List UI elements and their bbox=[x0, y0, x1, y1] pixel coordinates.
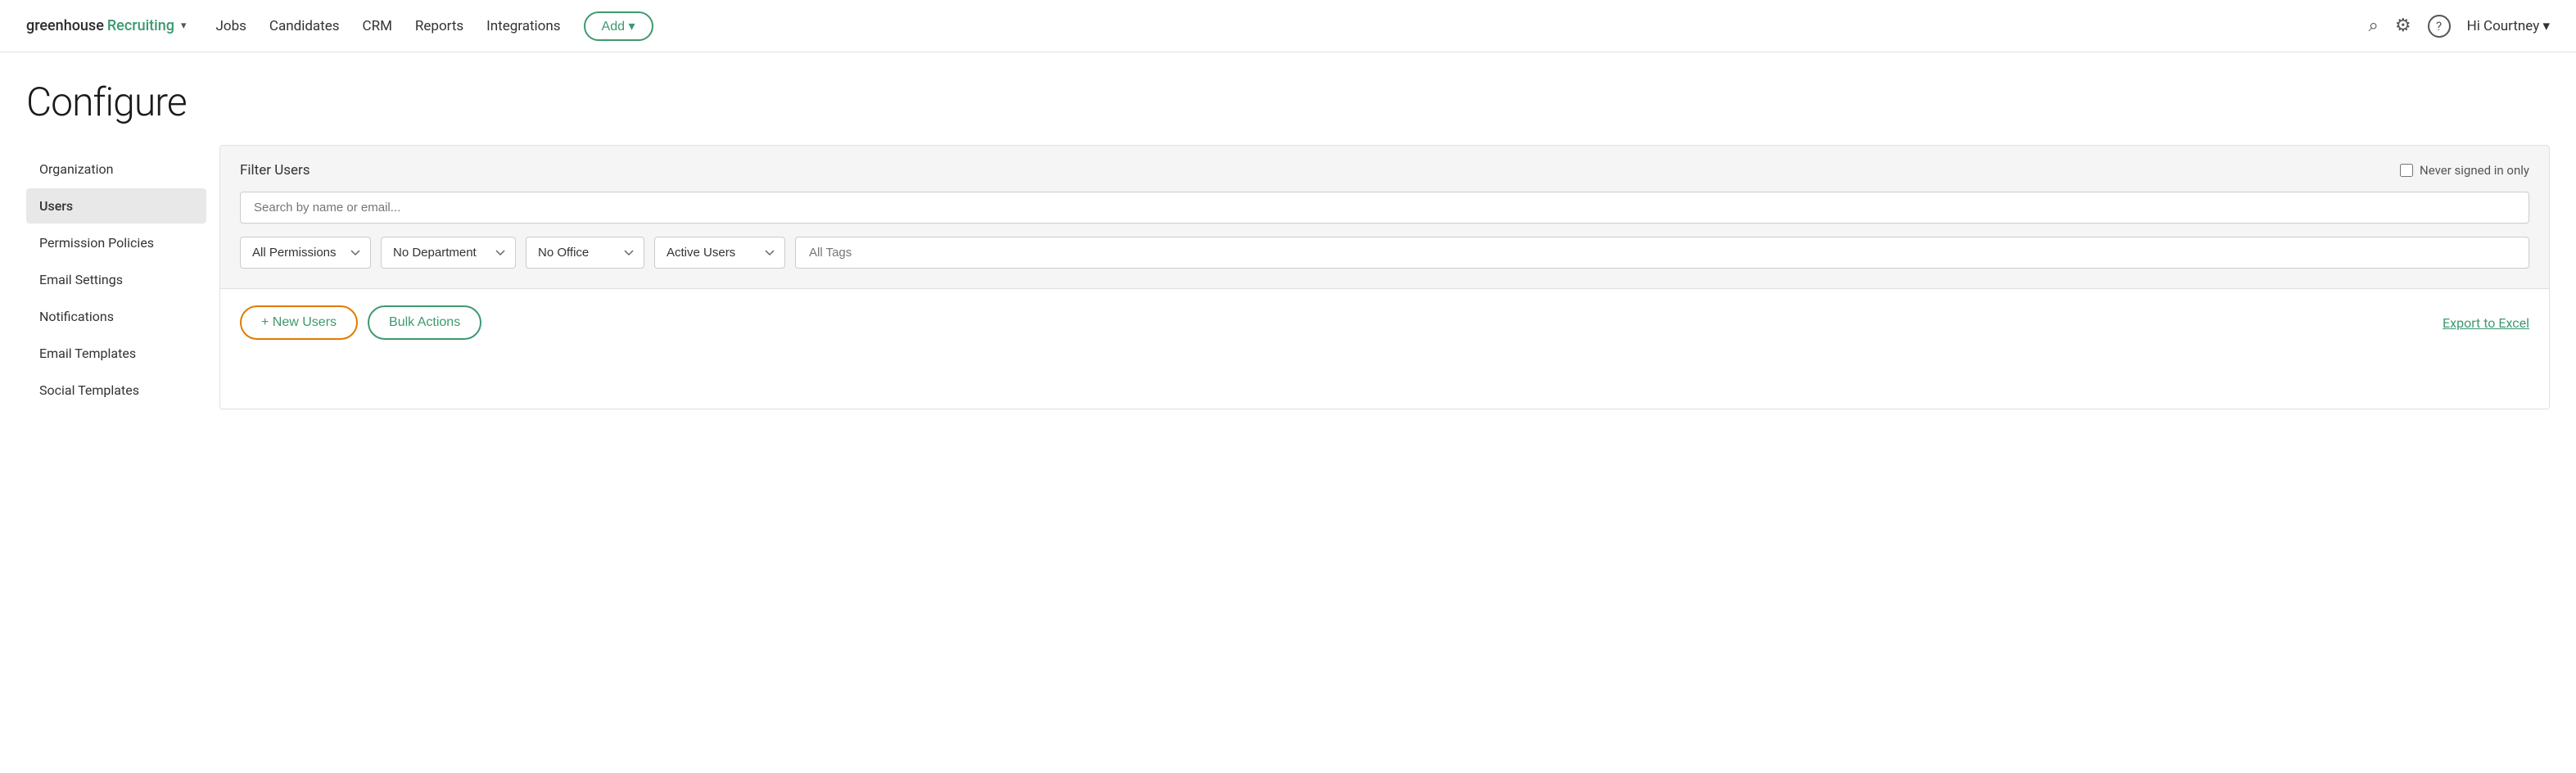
permissions-select[interactable]: All Permissions bbox=[240, 237, 371, 269]
nav-integrations[interactable]: Integrations bbox=[486, 18, 560, 34]
never-signed-label[interactable]: Never signed in only bbox=[2400, 163, 2529, 178]
nav-right: ⌕ ⚙ ? Hi Courtney ▾ bbox=[2369, 15, 2551, 38]
never-signed-checkbox[interactable] bbox=[2400, 164, 2413, 177]
content-area: Filter Users Never signed in only All Pe… bbox=[219, 145, 2550, 409]
brand-logo[interactable]: greenhouse Recruiting ▾ bbox=[26, 17, 187, 34]
nav-reports[interactable]: Reports bbox=[415, 18, 463, 34]
page-title-area: Configure bbox=[0, 52, 2576, 145]
sidebar: Organization Users Permission Policies E… bbox=[26, 145, 206, 409]
main-layout: Organization Users Permission Policies E… bbox=[0, 145, 2576, 409]
brand-chevron-icon: ▾ bbox=[181, 20, 187, 32]
search-input[interactable] bbox=[240, 192, 2529, 224]
sidebar-item-email-templates[interactable]: Email Templates bbox=[26, 336, 206, 371]
sidebar-item-permission-policies[interactable]: Permission Policies bbox=[26, 225, 206, 260]
search-input-wrap bbox=[240, 192, 2529, 224]
nav-links: Jobs Candidates CRM Reports Integrations… bbox=[216, 11, 2369, 41]
search-icon[interactable]: ⌕ bbox=[2369, 16, 2379, 36]
filter-title: Filter Users bbox=[240, 162, 310, 179]
sidebar-item-organization[interactable]: Organization bbox=[26, 151, 206, 187]
nav-crm[interactable]: CRM bbox=[363, 18, 392, 34]
help-icon[interactable]: ? bbox=[2428, 15, 2451, 38]
bulk-actions-button[interactable]: Bulk Actions bbox=[368, 305, 481, 340]
navbar: greenhouse Recruiting ▾ Jobs Candidates … bbox=[0, 0, 2576, 52]
department-select[interactable]: No Department bbox=[381, 237, 516, 269]
filter-dropdowns: All Permissions No Department No Office … bbox=[240, 237, 2529, 269]
filter-section: Filter Users Never signed in only All Pe… bbox=[220, 146, 2549, 289]
sidebar-item-social-templates[interactable]: Social Templates bbox=[26, 373, 206, 408]
never-signed-text: Never signed in only bbox=[2420, 163, 2529, 178]
export-to-excel-link[interactable]: Export to Excel bbox=[2443, 315, 2529, 331]
office-select[interactable]: No Office bbox=[526, 237, 644, 269]
filter-header: Filter Users Never signed in only bbox=[240, 162, 2529, 179]
new-users-button[interactable]: + New Users bbox=[240, 305, 358, 340]
all-tags-input[interactable] bbox=[795, 237, 2529, 269]
actions-row: + New Users Bulk Actions Export to Excel bbox=[220, 289, 2549, 356]
add-button[interactable]: Add ▾ bbox=[584, 11, 653, 41]
nav-jobs[interactable]: Jobs bbox=[216, 18, 246, 34]
sidebar-item-email-settings[interactable]: Email Settings bbox=[26, 262, 206, 297]
brand-recruiting-text: Recruiting bbox=[107, 17, 174, 34]
sidebar-item-notifications[interactable]: Notifications bbox=[26, 299, 206, 334]
nav-candidates[interactable]: Candidates bbox=[269, 18, 340, 34]
users-select[interactable]: Active Users bbox=[654, 237, 785, 269]
page-title: Configure bbox=[26, 79, 2550, 125]
user-menu[interactable]: Hi Courtney ▾ bbox=[2467, 18, 2550, 34]
sidebar-item-users[interactable]: Users bbox=[26, 188, 206, 224]
brand-greenhouse-text: greenhouse bbox=[26, 17, 104, 34]
gear-icon[interactable]: ⚙ bbox=[2395, 16, 2411, 36]
